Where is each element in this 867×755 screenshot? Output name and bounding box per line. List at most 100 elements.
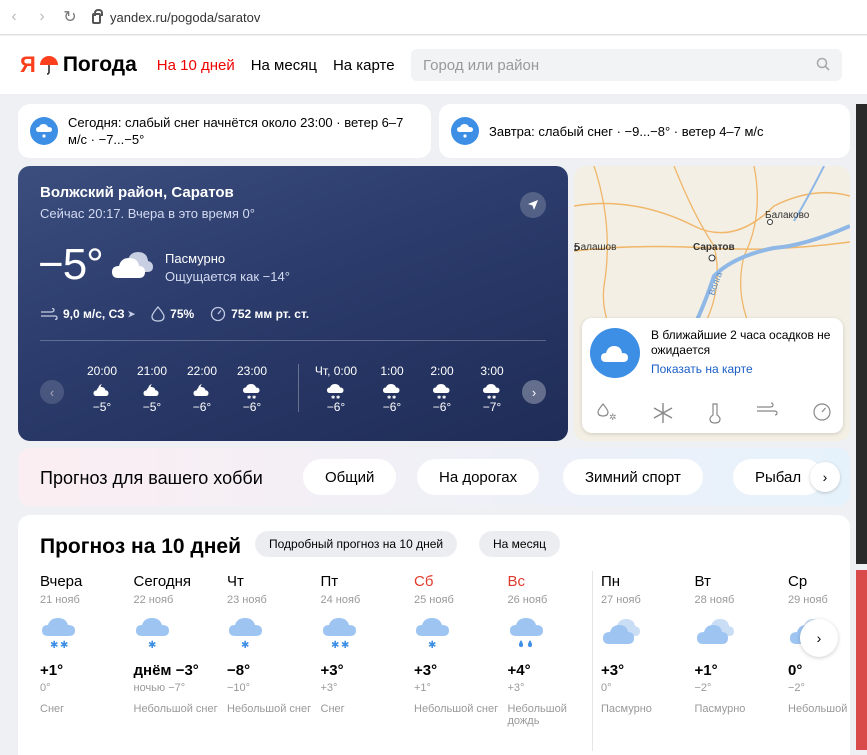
day-item[interactable]: Вс 26 нояб +4° +3° Небольшой дождь <box>508 573 600 727</box>
current-time-text: Сейчас 20:17. Вчера в это время 0° <box>40 206 255 221</box>
hour-temp: −5° <box>142 400 162 414</box>
alert-today-text: Сегодня: слабый снег начнётся около 23:0… <box>68 115 404 147</box>
yandex-logo-letter: Я <box>20 52 36 77</box>
hour-time: 22:00 <box>186 364 218 378</box>
day-name: Ср <box>788 573 808 590</box>
day-condition: Небольшой снег <box>227 703 312 715</box>
month-forecast-button[interactable]: На месяц <box>479 531 560 557</box>
day-temp: днём −3° <box>133 662 199 679</box>
nav-10-days[interactable]: На 10 дней <box>157 57 235 74</box>
address-bar[interactable]: yandex.ru/pogoda/saratov <box>92 8 260 25</box>
pressure-layer-icon[interactable] <box>812 402 832 422</box>
day-item[interactable]: Вт 28 нояб +1° −2° Пасмурно <box>695 573 787 715</box>
map-label-saratov: Саратов <box>693 242 735 253</box>
cloud-moon-icon <box>180 382 224 398</box>
day-item[interactable]: Чт 23 нояб ✱ −8° −10° Небольшой снег <box>227 573 319 715</box>
nav-month[interactable]: На месяц <box>251 57 317 74</box>
day-temp: 0° <box>788 662 803 679</box>
day-date: 21 нояб <box>40 594 80 606</box>
day-date: 26 нояб <box>507 594 548 606</box>
day-condition: Пасмурно <box>601 703 652 715</box>
search-placeholder: Город или район <box>423 56 540 74</box>
day-name: Вс <box>507 573 526 590</box>
hourly-next-button[interactable]: › <box>522 380 546 404</box>
hobby-next-button[interactable]: › <box>810 462 840 492</box>
svg-text:✱: ✱ <box>60 640 68 650</box>
day-name: Пт <box>320 573 339 590</box>
map-label-balakovo: Балаково <box>765 210 810 221</box>
hour-time: 20:00 <box>86 364 118 378</box>
cloud-snow-icon: ✱ ✱ <box>470 382 514 400</box>
detailed-forecast-button[interactable]: Подробный прогноз на 10 дней <box>255 531 458 557</box>
day-item[interactable]: Пн 27 нояб +3° 0° Пасмурно <box>601 573 693 715</box>
map-label-balashov: Балашов <box>574 242 616 253</box>
day-item[interactable]: Пт 24 нояб ✱ ✱ +3° +3° Снег <box>321 573 413 715</box>
search-icon[interactable] <box>816 57 830 71</box>
wind-layer-icon[interactable] <box>756 402 778 416</box>
alert-tomorrow[interactable]: Завтра: слабый снег · −9...−8° · ветер 4… <box>439 104 850 158</box>
hourly-forecast: ‹ 20:00 −5° 21:00 −5° 22:00 −6° 23:00 ✱ ✱ −6° Чт, … <box>40 356 546 426</box>
hobby-chip-winter-sport[interactable]: Зимний спорт <box>563 459 703 495</box>
cloud-light-snow-icon: ✱ <box>134 614 226 654</box>
svg-text:✲: ✲ <box>609 412 617 422</box>
umbrella-icon <box>39 56 58 75</box>
current-temperature: −5° <box>38 240 104 289</box>
cloud-snow-icon <box>30 117 58 145</box>
day-temp: +3° <box>414 662 438 679</box>
day-item[interactable]: Вчера 21 нояб ✱ ✱ +1° 0° Снег <box>40 573 132 715</box>
side-banner <box>856 104 867 564</box>
day-date: 27 нояб <box>601 594 641 606</box>
day-condition: Снег <box>40 703 65 715</box>
thermometer-layer-icon[interactable] <box>708 402 722 424</box>
day-condition: Небольшой снег <box>133 703 218 715</box>
hobby-forecast-bar: Прогноз для вашего хобби Общий На дорога… <box>18 448 850 506</box>
day-name: Сб <box>414 573 434 590</box>
cloud-snow-icon <box>451 117 479 145</box>
day-temp: +1° <box>40 662 64 679</box>
day-name: Пн <box>601 573 621 590</box>
forecast-title: Прогноз на 10 дней <box>40 535 241 558</box>
forecast-next-button[interactable]: › <box>800 619 838 657</box>
reload-icon[interactable]: ↻ <box>56 7 84 27</box>
snowflake-layer-icon[interactable] <box>652 402 674 424</box>
day-separator <box>298 364 299 412</box>
cloud-light-snow-icon: ✱ <box>227 614 319 654</box>
hobby-chip-general[interactable]: Общий <box>303 459 397 495</box>
hourly-prev-button[interactable]: ‹ <box>40 380 64 404</box>
day-item[interactable]: Сб 25 нояб ✱ +3° +1° Небольшой снег <box>414 573 506 715</box>
hour-temp: −5° <box>92 400 112 414</box>
precipitation-layer-icon[interactable]: ✲ <box>596 402 618 422</box>
logo[interactable]: Я Погода <box>20 52 137 78</box>
nowcast-panel: В ближайшие 2 часа осадков не ожидается … <box>582 318 843 433</box>
show-on-map-link[interactable]: Показать на карте <box>651 362 753 376</box>
cloud-moon-icon <box>130 382 174 398</box>
nav-map[interactable]: На карте <box>333 57 395 74</box>
back-icon[interactable]: ‹ <box>0 8 28 26</box>
search-input[interactable]: Город или район <box>411 49 842 81</box>
hour-item: 22:00 −6° <box>180 364 224 414</box>
hour-item: 20:00 −5° <box>80 364 124 414</box>
precipitation-map[interactable]: Балаково Балашов Саратов Волга В ближайш… <box>574 166 850 441</box>
alert-today[interactable]: Сегодня: слабый снег начнётся около 23:0… <box>18 104 431 158</box>
night-temp: −10° <box>227 682 251 694</box>
day-temp: +4° <box>507 662 531 679</box>
cloud-snow-icon: ✱ ✱ <box>420 382 464 400</box>
side-banner-2 <box>856 570 867 750</box>
day-item[interactable]: Сегодня 22 нояб ✱ днём −3° ночью −7° Небольшо… <box>134 573 226 715</box>
location-title[interactable]: Волжский район, Саратов <box>40 184 234 201</box>
hour-temp: −6° <box>192 400 212 414</box>
logo-text: Погода <box>62 53 137 76</box>
night-temp: −2° <box>694 682 712 694</box>
day-temp: +1° <box>694 662 718 679</box>
svg-text:✱: ✱ <box>148 640 156 650</box>
forward-icon[interactable]: › <box>28 8 56 26</box>
hour-temp: −6° <box>326 400 346 414</box>
day-date: 22 нояб <box>133 594 174 606</box>
cloud-snow-icon: ✱ ✱ <box>230 382 274 400</box>
lock-icon <box>92 8 103 24</box>
wind-direction-icon: ➤ <box>127 308 136 319</box>
cloud-snow-icon: ✱ ✱ <box>321 614 413 654</box>
current-weather-card: Волжский район, Саратов Сейчас 20:17. Вч… <box>18 166 568 441</box>
geolocation-button[interactable] <box>520 192 546 218</box>
hobby-chip-roads[interactable]: На дорогах <box>417 459 540 495</box>
